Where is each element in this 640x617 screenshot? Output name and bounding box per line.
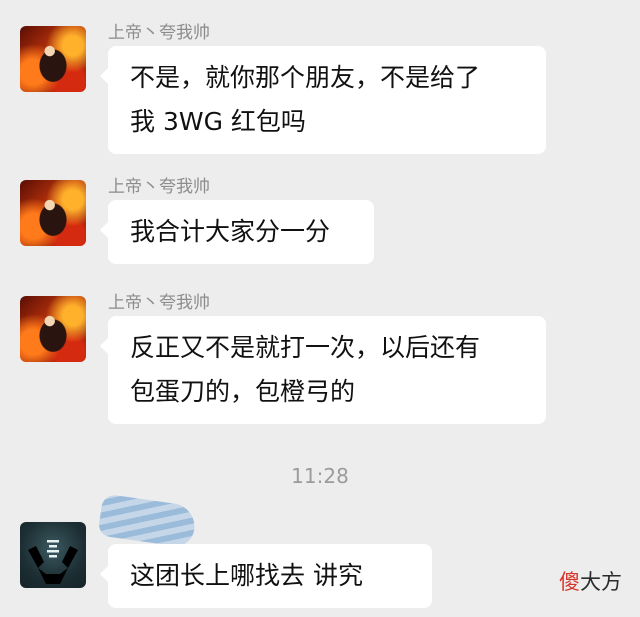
timestamp: 11:28 [291,464,349,488]
watermark-first: 傻 [559,570,580,594]
message-bubble[interactable]: 这团长上哪找去 讲究 [100,544,432,608]
message-line: 我合计大家分一分 [130,217,331,246]
message-bubble[interactable]: 反正又不是就打一次，以后还有 包蛋刀的，包橙弓的 [100,316,546,424]
message-line: 不是，就你那个朋友，不是给了 [130,63,481,92]
avatar[interactable] [20,522,86,588]
message-bubble[interactable]: 不是，就你那个朋友，不是给了 我 3WG 红包吗 [100,46,546,154]
message-line: 反正又不是就打一次，以后还有 [130,333,481,362]
message-line: 我 3WG 红包吗 [130,107,306,136]
sender-name: 上帝丶夸我帅 [108,293,210,313]
hands-icon [28,540,78,584]
message-line: 这团长上哪找去 讲究 [130,561,363,590]
sender-name: 上帝丶夸我帅 [108,23,210,43]
watermark-rest: 大方 [580,570,622,594]
avatar[interactable] [20,26,86,92]
watermark: 傻大方 [559,566,622,596]
sender-name: 上帝丶夸我帅 [108,177,210,197]
avatar[interactable] [20,180,86,246]
avatar[interactable] [20,296,86,362]
message-line: 包蛋刀的，包橙弓的 [130,377,356,406]
scribble-redaction [97,493,198,549]
message-bubble[interactable]: 我合计大家分一分 [100,200,374,264]
